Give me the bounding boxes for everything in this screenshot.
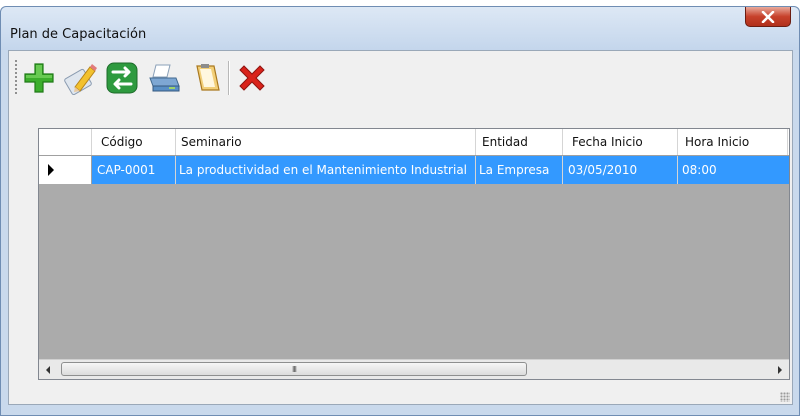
row-selector[interactable] (39, 156, 92, 184)
scroll-right-button[interactable] (771, 360, 789, 379)
cell-codigo[interactable]: CAP-0001 (92, 156, 176, 184)
cell-seminario[interactable]: La productividad en el Mantenimiento Ind… (176, 156, 476, 184)
transfer-button[interactable] (103, 59, 141, 97)
grid-header: Código Seminario Entidad Fecha Inicio Ho… (39, 129, 789, 156)
swap-arrows-icon (106, 62, 138, 94)
scroll-right-icon (778, 365, 782, 374)
edit-button[interactable] (61, 59, 99, 97)
cell-hora-inicio[interactable]: 08:00 (678, 156, 789, 184)
window-title: Plan de Capacitación (10, 27, 147, 42)
column-header-entidad[interactable]: Entidad (476, 129, 563, 155)
notepad-icon (196, 64, 220, 91)
table-row[interactable]: CAP-0001 La productividad en el Mantenim… (39, 156, 789, 184)
x-icon (239, 65, 265, 91)
scroll-left-button[interactable] (39, 360, 57, 379)
toolbar-grip[interactable] (14, 59, 18, 95)
report-button[interactable] (188, 59, 226, 97)
scroll-thumb[interactable]: III (61, 362, 527, 376)
printer-icon (149, 64, 180, 92)
pencil-icon (64, 64, 97, 95)
resize-grip[interactable] (780, 392, 790, 402)
column-header-codigo[interactable]: Código (92, 129, 176, 155)
scroll-left-icon (46, 365, 50, 374)
scroll-thumb-grip: III (291, 364, 297, 374)
close-icon (761, 10, 775, 23)
title-bar: Plan de Capacitación (1, 7, 799, 50)
cell-fecha-inicio[interactable]: 03/05/2010 (563, 156, 678, 184)
print-button[interactable] (145, 59, 183, 97)
add-button[interactable] (20, 59, 58, 97)
plus-icon (24, 63, 54, 93)
window: Plan de Capacitación Código Seminario En… (0, 6, 800, 416)
toolbar-separator (228, 61, 230, 95)
row-header-corner (39, 129, 92, 155)
delete-button[interactable] (233, 59, 271, 97)
data-grid[interactable]: Código Seminario Entidad Fecha Inicio Ho… (38, 128, 790, 380)
client-area: Código Seminario Entidad Fecha Inicio Ho… (8, 50, 793, 405)
column-header-hora-inicio[interactable]: Hora Inicio (678, 129, 788, 155)
current-row-arrow-icon (48, 164, 54, 176)
horizontal-scrollbar[interactable]: III (39, 359, 789, 379)
toolbar (9, 51, 792, 103)
column-header-fecha-inicio[interactable]: Fecha Inicio (563, 129, 678, 155)
column-header-seminario[interactable]: Seminario (176, 129, 476, 155)
cell-entidad[interactable]: La Empresa (476, 156, 563, 184)
close-button[interactable] (745, 7, 791, 27)
